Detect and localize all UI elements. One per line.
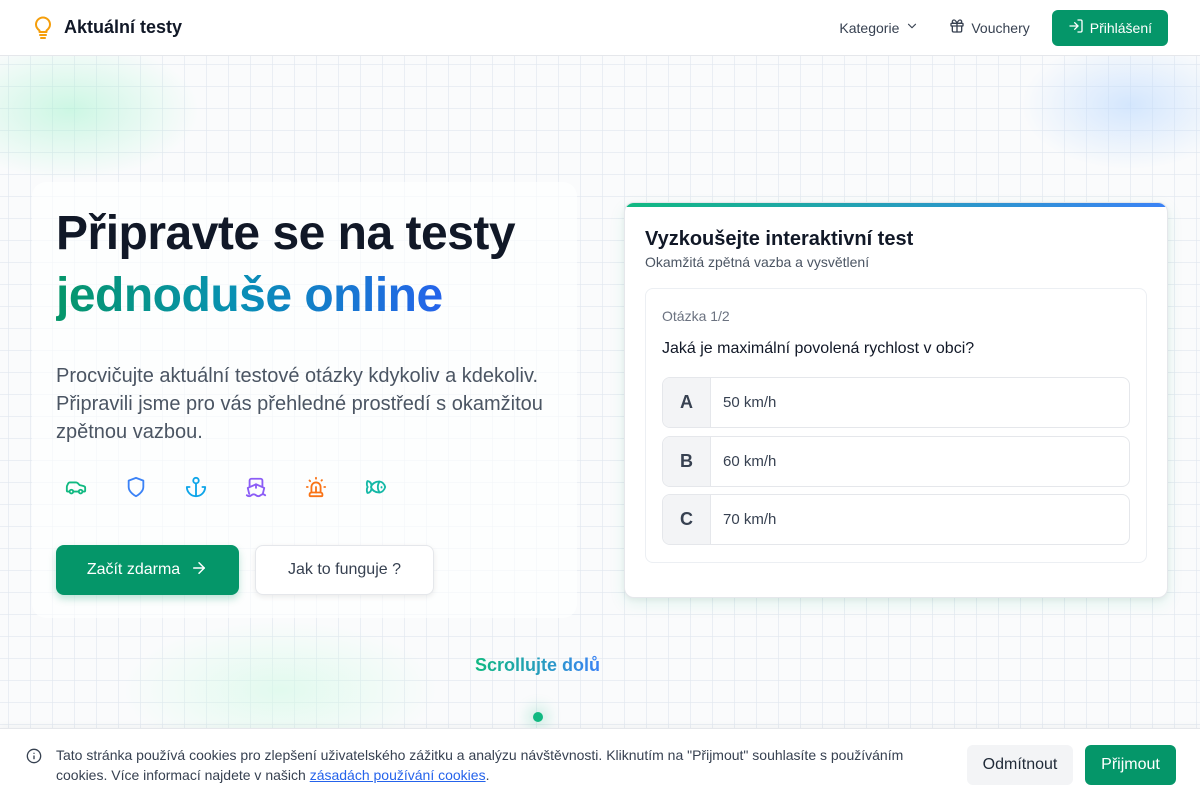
how-it-works-label: Jak to funguje ? bbox=[288, 561, 401, 578]
hero-title: Připravte se na testy bbox=[56, 207, 516, 260]
hero-title-accent: jednoduše online bbox=[56, 269, 443, 322]
top-navbar: Aktuální testy Kategorie Vouchery Přihlá… bbox=[0, 0, 1200, 56]
card-accent-bar bbox=[625, 203, 1167, 207]
nav-categories-label: Kategorie bbox=[839, 19, 900, 36]
interactive-test-card: Vyzkoušejte interaktivní test Okamžitá z… bbox=[624, 202, 1168, 598]
brand-title: Aktuální testy bbox=[64, 17, 183, 37]
background-glow-green bbox=[0, 40, 200, 180]
login-button[interactable]: Přihlášení bbox=[1051, 9, 1168, 46]
nav-categories-dropdown[interactable]: Kategorie bbox=[827, 11, 931, 44]
brand-link[interactable]: Aktuální testy bbox=[32, 15, 182, 41]
arrow-right-icon bbox=[190, 559, 208, 582]
start-free-button[interactable]: Začít zdarma bbox=[56, 545, 239, 595]
answer-option-c[interactable]: C 70 km/h bbox=[662, 494, 1130, 545]
shield-icon[interactable] bbox=[116, 467, 156, 507]
accept-label: Přijmout bbox=[1101, 756, 1160, 773]
question-text: Jaká je maximální povolená rychlost v ob… bbox=[662, 340, 975, 357]
start-free-label: Začít zdarma bbox=[86, 561, 181, 578]
background-glow-blue bbox=[1020, 40, 1200, 170]
ship-icon[interactable] bbox=[236, 467, 276, 507]
answer-letter: C bbox=[663, 495, 711, 544]
answer-text: 70 km/h bbox=[723, 511, 777, 528]
category-icons bbox=[56, 467, 396, 507]
answer-letter: A bbox=[663, 378, 711, 427]
anchor-icon[interactable] bbox=[176, 467, 216, 507]
chevron-down-icon bbox=[905, 19, 919, 36]
info-icon bbox=[26, 748, 42, 764]
nav-vouchers[interactable]: Vouchery bbox=[937, 10, 1041, 45]
fish-icon[interactable] bbox=[356, 467, 396, 507]
scroll-indicator-dot bbox=[533, 712, 543, 722]
answer-text: 50 km/h bbox=[723, 394, 777, 411]
main-nav: Kategorie Vouchery Přihlášení bbox=[827, 9, 1168, 46]
answer-option-a[interactable]: A 50 km/h bbox=[662, 377, 1130, 428]
gift-icon bbox=[949, 18, 965, 37]
login-label: Přihlášení bbox=[1089, 19, 1152, 36]
nav-vouchers-label: Vouchery bbox=[971, 19, 1030, 36]
cookie-text-end: . bbox=[485, 767, 490, 783]
quiz-title: Vyzkoušejte interaktivní test bbox=[645, 228, 914, 250]
answer-letter: B bbox=[663, 437, 711, 486]
lightbulb-icon bbox=[32, 15, 54, 41]
scroll-hint[interactable]: Scrollujte dolů bbox=[475, 655, 600, 676]
how-it-works-button[interactable]: Jak to funguje ? bbox=[255, 545, 434, 595]
hero-description: Procvičujte aktuální testové otázky kdyk… bbox=[56, 365, 543, 443]
quiz-subtitle: Okamžitá zpětná vazba a vysvětlení bbox=[645, 254, 870, 270]
answer-text: 60 km/h bbox=[723, 453, 777, 470]
car-icon[interactable] bbox=[56, 467, 96, 507]
cookie-policy-link[interactable]: zásadách používání cookies bbox=[310, 767, 486, 783]
log-in-icon bbox=[1068, 18, 1084, 37]
cookie-consent-bar: Tato stránka používá cookies pro zlepšen… bbox=[0, 728, 1200, 800]
cookie-accept-button[interactable]: Přijmout bbox=[1085, 745, 1176, 785]
answer-option-b[interactable]: B 60 km/h bbox=[662, 436, 1130, 487]
siren-icon[interactable] bbox=[296, 467, 336, 507]
cookie-message: Tato stránka používá cookies pro zlepšen… bbox=[56, 745, 936, 785]
question-counter: Otázka 1/2 bbox=[662, 308, 730, 324]
cookie-decline-button[interactable]: Odmítnout bbox=[967, 745, 1073, 785]
decline-label: Odmítnout bbox=[982, 756, 1058, 773]
question-box: Otázka 1/2 Jaká je maximální povolená ry… bbox=[645, 288, 1147, 563]
